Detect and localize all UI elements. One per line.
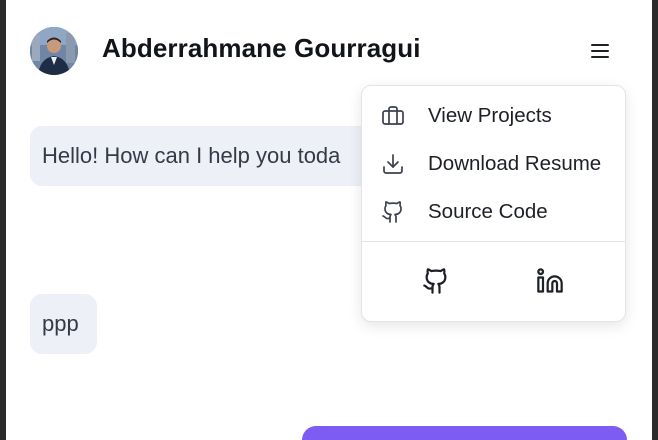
github-link[interactable] [419, 264, 453, 298]
page-title: Abderrahmane Gourragui [102, 33, 421, 63]
chat-message: Hello! How can I help you toda [30, 126, 402, 186]
menu-item-label: View Projects [428, 104, 552, 127]
github-outline-icon [380, 199, 406, 225]
menu-item-label: Download Resume [428, 152, 602, 175]
hamburger-menu-icon [591, 44, 609, 58]
navigation-dropdown: View Projects Download Resume Source Cod… [361, 85, 626, 322]
profile-photo-icon [30, 27, 78, 75]
download-icon [380, 151, 406, 177]
chat-message: ppp [30, 294, 97, 354]
menu-item-download-resume[interactable]: Download Resume [362, 140, 625, 188]
send-button[interactable] [302, 426, 627, 440]
github-icon [423, 268, 447, 294]
menu-divider [362, 241, 625, 242]
linkedin-link[interactable] [533, 264, 567, 298]
menu-item-source-code[interactable]: Source Code [362, 188, 625, 236]
menu-button[interactable] [584, 36, 616, 66]
menu-item-label: Source Code [428, 200, 548, 223]
avatar [30, 27, 78, 75]
menu-item-view-projects[interactable]: View Projects [362, 92, 625, 140]
app-window: Abderrahmane Gourragui Hello! How can I … [6, 0, 652, 440]
briefcase-icon [380, 103, 406, 129]
linkedin-icon [537, 268, 563, 293]
